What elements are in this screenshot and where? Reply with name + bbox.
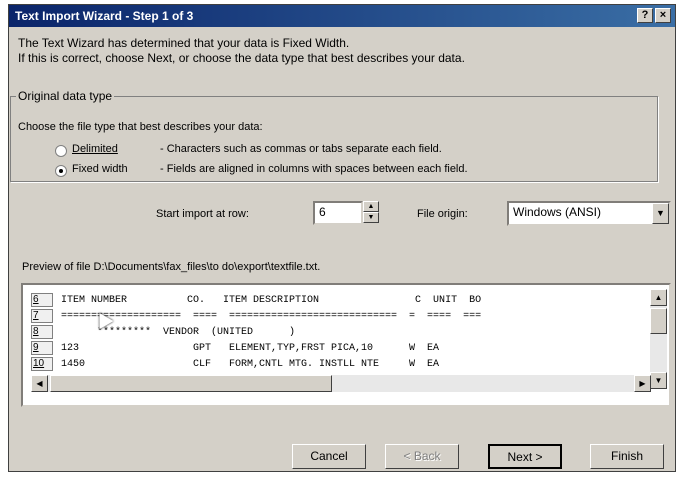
- row-text: ITEM NUMBER CO. ITEM DESCRIPTION C UNIT …: [61, 295, 482, 306]
- help-button[interactable]: ?: [637, 8, 653, 23]
- row-text: ********* VENDOR (UNITED ): [61, 327, 296, 338]
- start-row-spinner[interactable]: ▲ ▼: [363, 201, 379, 223]
- file-origin-select[interactable]: Windows (ANSI): [507, 201, 671, 226]
- vertical-scrollbar[interactable]: ▲ ▼: [650, 289, 667, 389]
- close-button[interactable]: ×: [655, 8, 671, 23]
- preview-row: 8 ********* VENDOR (UNITED ): [31, 325, 653, 341]
- row-number: 8: [31, 325, 53, 339]
- preview-label: Preview of file D:\Documents\fax_files\t…: [22, 261, 321, 273]
- window-title: Text Import Wizard - Step 1 of 3: [15, 9, 194, 23]
- cancel-button[interactable]: Cancel: [292, 444, 366, 469]
- chevron-down-icon[interactable]: ▼: [652, 203, 669, 224]
- horizontal-scroll-thumb[interactable]: [50, 375, 332, 392]
- vertical-scroll-thumb[interactable]: [650, 308, 667, 334]
- scroll-down-icon[interactable]: ▼: [650, 372, 667, 389]
- delimited-label[interactable]: Delimited: [72, 143, 118, 155]
- row-number: 7: [31, 309, 53, 323]
- row-number: 9: [31, 341, 53, 355]
- intro-line-2: If this is correct, choose Next, or choo…: [18, 51, 465, 65]
- spin-down-icon[interactable]: ▼: [363, 212, 379, 223]
- row-number: 6: [31, 293, 53, 307]
- horizontal-scrollbar[interactable]: ◀ ▶: [31, 375, 651, 392]
- delimited-description: - Characters such as commas or tabs sepa…: [160, 143, 442, 155]
- file-origin-label: File origin:: [417, 208, 468, 220]
- finish-button[interactable]: Finish: [590, 444, 664, 469]
- file-type-prompt: Choose the file type that best describes…: [18, 121, 263, 133]
- file-preview[interactable]: 6 ITEM NUMBER CO. ITEM DESCRIPTION C UNIT…: [21, 283, 671, 407]
- preview-rows: 6 ITEM NUMBER CO. ITEM DESCRIPTION C UNIT…: [31, 293, 653, 375]
- preview-row: 7 ==================== ==== =============…: [31, 309, 653, 325]
- fixed-width-label[interactable]: Fixed width: [72, 163, 128, 175]
- back-button[interactable]: < Back: [385, 444, 459, 469]
- row-text: 1450 CLF FORM,CNTL MTG. INSTLL NTE W EA: [61, 359, 440, 370]
- scroll-left-icon[interactable]: ◀: [31, 375, 48, 392]
- scroll-right-icon[interactable]: ▶: [634, 375, 651, 392]
- spin-up-icon[interactable]: ▲: [363, 201, 379, 212]
- fixed-width-radio[interactable]: [55, 165, 67, 177]
- preview-row: 6 ITEM NUMBER CO. ITEM DESCRIPTION C UNIT…: [31, 293, 653, 309]
- fixed-width-description: - Fields are aligned in columns with spa…: [160, 163, 468, 175]
- preview-row: 9 123 GPT ELEMENT,TYP,FRST PICA,10 W EA: [31, 341, 653, 357]
- group-label: Original data type: [16, 89, 115, 103]
- next-button[interactable]: Next >: [488, 444, 562, 469]
- start-row-input[interactable]: 6: [313, 201, 363, 225]
- title-bar[interactable]: Text Import Wizard - Step 1 of 3 ? ×: [9, 5, 675, 27]
- row-number: 10: [31, 357, 53, 371]
- row-text: 123 GPT ELEMENT,TYP,FRST PICA,10 W EA: [61, 343, 440, 354]
- intro-line-1: The Text Wizard has determined that your…: [18, 36, 350, 50]
- start-row-label: Start import at row:: [156, 208, 249, 220]
- scroll-up-icon[interactable]: ▲: [650, 289, 667, 306]
- row-text: ==================== ==== ==============…: [61, 311, 482, 322]
- delimited-radio[interactable]: [55, 145, 67, 157]
- preview-row: 10 1450 CLF FORM,CNTL MTG. INSTLL NTE W E…: [31, 357, 653, 373]
